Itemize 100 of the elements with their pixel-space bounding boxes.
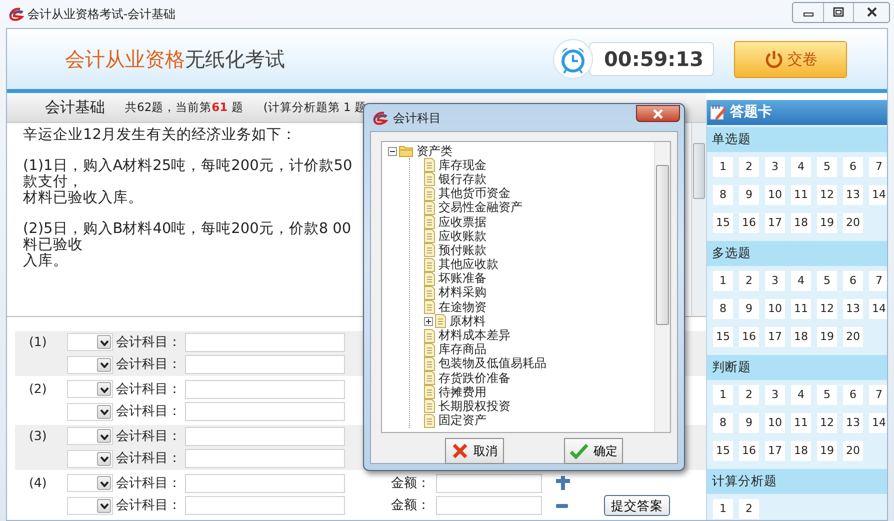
tree-item[interactable]: 材料成本差异 xyxy=(438,328,510,344)
tree-item[interactable]: 应收票据 xyxy=(438,214,486,230)
question-number-button[interactable]: 11 xyxy=(791,185,811,205)
question-number-button[interactable]: 20 xyxy=(843,213,863,233)
question-number-button[interactable]: 13 xyxy=(843,299,863,319)
tree-item[interactable]: 材料采购 xyxy=(438,285,486,300)
account-input[interactable] xyxy=(185,332,345,352)
question-number-button[interactable]: 4 xyxy=(791,271,811,291)
question-number-button[interactable]: 16 xyxy=(739,327,759,347)
question-number-button[interactable]: 7 xyxy=(869,385,887,405)
question-number-button[interactable]: 19 xyxy=(817,441,837,461)
tree-item[interactable]: 资产类 xyxy=(416,144,452,159)
amount-input[interactable] xyxy=(436,474,542,493)
direction-select[interactable] xyxy=(67,402,113,421)
direction-select[interactable] xyxy=(67,427,113,446)
direction-select[interactable] xyxy=(67,450,113,468)
account-input[interactable] xyxy=(185,496,345,516)
direction-select[interactable] xyxy=(67,356,113,374)
question-number-button[interactable]: 20 xyxy=(843,327,863,347)
tree-item[interactable]: 预付账款 xyxy=(438,242,486,258)
tree-item[interactable]: 应收账款 xyxy=(438,228,486,244)
question-number-button[interactable]: 2 xyxy=(739,157,759,177)
question-number-button[interactable]: 18 xyxy=(791,327,811,347)
tree-item[interactable]: 长期股权投资 xyxy=(438,398,510,414)
question-number-button[interactable]: 12 xyxy=(817,413,837,433)
question-number-button[interactable]: 4 xyxy=(791,385,811,405)
account-input[interactable] xyxy=(185,380,345,399)
question-number-button[interactable]: 6 xyxy=(843,385,863,405)
close-button[interactable] xyxy=(636,105,680,122)
submit-answer-button[interactable]: 提交答案 xyxy=(604,495,670,516)
question-number-button[interactable]: 6 xyxy=(843,157,863,177)
tree-item[interactable]: 其他应收款 xyxy=(438,257,498,272)
question-number-button[interactable]: 16 xyxy=(739,441,759,461)
expand-toggle[interactable] xyxy=(424,316,433,326)
tree-item[interactable]: 坏账准备 xyxy=(438,271,486,286)
question-number-button[interactable]: 18 xyxy=(791,213,811,233)
question-number-button[interactable]: 19 xyxy=(817,213,837,233)
direction-select[interactable] xyxy=(67,474,113,492)
question-number-button[interactable]: 8 xyxy=(713,185,733,205)
question-number-button[interactable]: 1 xyxy=(713,499,733,519)
question-number-button[interactable]: 12 xyxy=(817,185,837,205)
question-number-button[interactable]: 17 xyxy=(765,327,785,347)
scrollbar[interactable] xyxy=(691,123,706,316)
question-number-button[interactable]: 10 xyxy=(765,185,785,205)
tree-item[interactable]: 固定资产 xyxy=(438,413,486,428)
question-number-button[interactable]: 7 xyxy=(869,271,887,291)
tree-item[interactable]: 交易性金融资产 xyxy=(438,200,522,216)
question-number-button[interactable]: 8 xyxy=(713,413,733,433)
tree-item[interactable]: 库存现金 xyxy=(438,158,486,173)
question-number-button[interactable]: 9 xyxy=(739,299,759,319)
direction-select[interactable] xyxy=(67,380,113,398)
question-number-button[interactable]: 9 xyxy=(739,413,759,433)
question-number-button[interactable]: 4 xyxy=(791,157,811,177)
question-number-button[interactable]: 5 xyxy=(817,157,837,177)
collapse-toggle[interactable] xyxy=(388,146,397,156)
question-number-button[interactable]: 12 xyxy=(817,299,837,319)
question-number-button[interactable]: 8 xyxy=(713,299,733,319)
scrollbar[interactable] xyxy=(654,142,670,432)
question-number-button[interactable]: 11 xyxy=(791,413,811,433)
question-number-button[interactable]: 19 xyxy=(817,327,837,347)
tree-item[interactable]: 包装物及低值易耗品 xyxy=(438,356,546,372)
direction-select[interactable] xyxy=(67,496,113,515)
account-input[interactable] xyxy=(185,474,345,493)
question-number-button[interactable]: 2 xyxy=(739,499,759,519)
tree-item[interactable]: 其他货币资金 xyxy=(438,186,510,202)
question-number-button[interactable]: 14 xyxy=(869,185,887,205)
add-icon[interactable] xyxy=(556,476,570,490)
question-number-button[interactable]: 15 xyxy=(713,441,733,461)
question-number-button[interactable]: 14 xyxy=(869,299,887,319)
question-number-button[interactable]: 18 xyxy=(791,441,811,461)
question-number-button[interactable]: 17 xyxy=(765,213,785,233)
question-number-button[interactable]: 10 xyxy=(765,413,785,433)
amount-input[interactable] xyxy=(436,496,542,516)
cancel-button[interactable]: 取消 xyxy=(445,438,504,464)
question-number-button[interactable]: 5 xyxy=(817,385,837,405)
question-number-button[interactable]: 3 xyxy=(765,157,785,177)
ok-button[interactable]: 确定 xyxy=(564,438,623,464)
question-number-button[interactable]: 13 xyxy=(843,413,863,433)
question-number-button[interactable]: 15 xyxy=(713,327,733,347)
question-number-button[interactable]: 13 xyxy=(843,185,863,205)
tree-item[interactable]: 存货跌价准备 xyxy=(438,370,510,386)
tree-item[interactable]: 原材料 xyxy=(449,314,486,329)
account-input[interactable] xyxy=(185,355,345,374)
question-number-button[interactable]: 1 xyxy=(713,157,733,177)
question-number-button[interactable]: 7 xyxy=(869,157,887,177)
tree-item[interactable]: 待摊费用 xyxy=(438,384,486,400)
question-number-button[interactable]: 1 xyxy=(713,385,733,405)
question-number-button[interactable]: 3 xyxy=(765,271,785,291)
question-number-button[interactable]: 2 xyxy=(739,385,759,405)
question-number-button[interactable]: 1 xyxy=(713,271,733,291)
question-number-button[interactable]: 5 xyxy=(817,271,837,291)
question-number-button[interactable]: 10 xyxy=(765,299,785,319)
tree-item[interactable]: 银行存款 xyxy=(438,172,486,187)
tree-item[interactable]: 库存商品 xyxy=(438,342,486,358)
question-number-button[interactable]: 14 xyxy=(869,413,887,433)
question-number-button[interactable]: 17 xyxy=(765,441,785,461)
question-number-button[interactable]: 11 xyxy=(791,299,811,319)
account-input[interactable] xyxy=(185,449,345,468)
question-number-button[interactable]: 9 xyxy=(739,185,759,205)
question-number-button[interactable]: 3 xyxy=(765,385,785,405)
